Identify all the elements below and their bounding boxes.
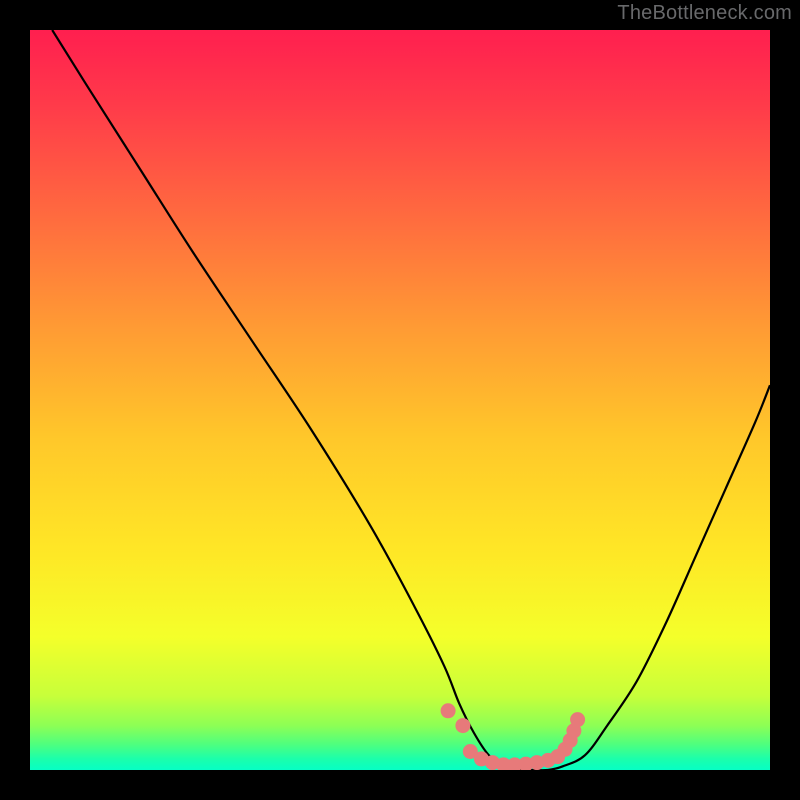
gradient-background — [30, 30, 770, 770]
highlight-point — [441, 703, 456, 718]
highlight-point — [455, 718, 470, 733]
chart-svg — [30, 30, 770, 770]
attribution-label: TheBottleneck.com — [617, 2, 792, 25]
chart-plot — [30, 30, 770, 770]
chart-stage: TheBottleneck.com — [0, 0, 800, 800]
highlight-point — [570, 712, 585, 727]
